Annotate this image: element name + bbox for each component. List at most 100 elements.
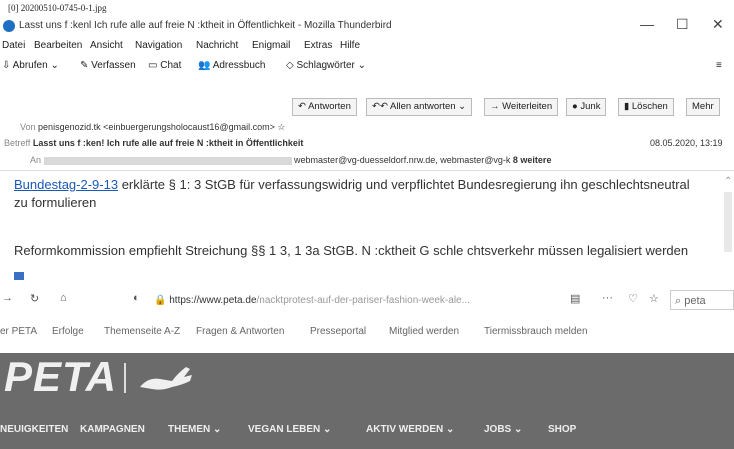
chevron-down-icon: ⌄ [357,60,367,71]
reply-all-button[interactable]: ↶↶ Allen antworten ⌄ [366,98,473,116]
chat-icon: ▭ [148,60,158,71]
peta-menu-aktiv[interactable]: AKTIV WERDEN ⌄ [366,424,454,435]
window-title: Lasst uns f :kenl Ich rufe alle auf frei… [19,20,392,31]
addressbook-button[interactable]: 👥 Adressbuch [198,60,266,71]
menu-item-hilfe[interactable]: Hilfe [340,40,360,51]
to-redacted [43,156,292,165]
peta-menu-vegan[interactable]: VEGAN LEBEN ⌄ [248,424,331,435]
url-path: /nacktprotest-auf-der-pariser-fashion-we… [256,295,470,306]
more-dots-icon[interactable]: ··· [602,292,613,304]
reader-icon[interactable]: ▤ [570,292,580,305]
tag-icon: ◇ [286,60,294,71]
to-more[interactable]: 8 weitere [513,155,552,165]
browser-search-input[interactable]: ⌕ peta [670,290,734,310]
minimize-button[interactable]: — [640,16,654,32]
reload-icon[interactable]: ↻ [30,292,39,305]
attachment-icon [14,272,24,280]
body-line-2: zu formulieren [14,195,97,210]
menu-item-datei[interactable]: Datei [2,40,25,51]
thunderbird-icon [3,20,15,32]
browser-toolbar: → ↻ ⌂ ◐ 🔒 https://www.peta.de/nacktprote… [0,289,734,313]
body-link[interactable]: Bundestag-2-9-13 [14,177,118,192]
chevron-down-icon: ⌄ [455,101,467,112]
contacts-icon: 👥 [198,60,211,71]
url-bar[interactable]: 🔒 https://www.peta.de/nacktprotest-auf-d… [154,292,554,309]
body-text-1: erklärte § 1: 3 StGB für verfassungswidr… [118,177,690,192]
peta-menu-kampagnen[interactable]: KAMPAGNEN [80,424,145,435]
peta-nav-erfolge[interactable]: Erfolge [52,326,84,337]
pencil-icon: ✎ [80,60,89,71]
app-menu-button[interactable]: ≡ [716,60,722,71]
delete-button[interactable]: ▮ Löschen [618,98,674,116]
menu-bar: Datei Bearbeiten Ansicht Navigation Nach… [0,37,734,55]
body-line-1: Bundestag-2-9-13 erklärte § 1: 3 StGB fü… [14,177,720,192]
menu-item-nachricht[interactable]: Nachricht [196,40,238,51]
forward-icon: → [490,101,503,112]
header-to: An webmaster@vg-duesseldorf.nrw.de, webm… [30,155,551,165]
image-filename: [0] 20200510-0745-0-1.jpg [8,3,107,13]
to-label: An [30,155,42,165]
reply-all-icon: ↶↶ [372,101,391,112]
peta-menu-jobs[interactable]: JOBS ⌄ [484,424,522,435]
forward-label: Weiterleiten [502,101,553,112]
peta-menu-shop[interactable]: SHOP [548,424,576,435]
reply-all-label: Allen antworten [390,101,456,112]
lock-icon: 🔒 [154,295,167,306]
logo-divider [124,363,126,393]
close-button[interactable]: ✕ [712,16,724,33]
menu-item-extras[interactable]: Extras [304,40,332,51]
menu-item-navigation[interactable]: Navigation [135,40,182,51]
message-action-bar: ↶ Antworten ↶↶ Allen antworten ⌄ → Weite… [0,98,734,116]
scroll-up-icon[interactable]: ⌃ [724,176,732,187]
reply-button[interactable]: ↶ Antworten [292,98,357,116]
subject-value: Lasst uns f :ken! Ich rufe alle auf frei… [32,138,304,148]
to-value[interactable]: webmaster@vg-duesseldorf.nrw.de, webmast… [294,155,510,165]
main-toolbar: ⇩ Abrufen ⌄ ✎ Verfassen ▭ Chat 👥 Adressb… [0,56,734,76]
peta-menu-neuigkeiten[interactable]: NEUIGKEITEN [0,424,68,435]
menu-item-bearbeiten[interactable]: Bearbeiten [34,40,82,51]
home-icon[interactable]: ⌂ [60,292,67,304]
bookmark-star-icon[interactable]: ☆ [649,292,659,305]
star-icon[interactable]: ☆ [277,122,285,132]
peta-logo[interactable]: PETA [4,353,117,401]
search-value: peta [684,295,706,307]
message-body: Bundestag-2-9-13 erklärte § 1: 3 StGB fü… [14,177,720,258]
peta-nav-presse[interactable]: Presseportal [310,326,366,337]
peta-nav-mitglied[interactable]: Mitglied werden [389,326,459,337]
peta-banner: PETA NEUIGKEITEN KAMPAGNEN THEMEN ⌄ VEGA… [0,353,734,449]
peta-nav-faq[interactable]: Fragen & Antworten [196,326,284,337]
rabbit-icon [140,367,192,390]
from-value[interactable]: penisgenozid.tk <einbuergerungsholocaust… [38,122,275,132]
more-button[interactable]: Mehr [686,98,720,116]
menu-item-ansicht[interactable]: Ansicht [90,40,123,51]
url-domain: https://www.peta.de [169,295,257,306]
chat-button[interactable]: ▭ Chat [148,60,181,71]
reply-icon: ↶ [298,101,309,112]
menu-item-enigmail[interactable]: Enigmail [252,40,290,51]
forward-button[interactable]: → Weiterleiten [484,98,559,116]
delete-label: Löschen [631,101,668,112]
forward-arrow-icon[interactable]: → [2,292,13,304]
get-mail-button[interactable]: ⇩ Abrufen ⌄ [2,60,59,71]
maximize-button[interactable]: ☐ [676,16,689,33]
tags-button[interactable]: ◇ Schlagwörter ⌄ [286,60,366,71]
compose-button[interactable]: ✎ Verfassen [80,60,136,71]
pocket-icon[interactable]: ♡ [628,292,638,305]
scrollbar-track[interactable] [724,192,732,252]
from-label: Von [20,122,36,132]
peta-menu-themen[interactable]: THEMEN ⌄ [168,424,221,435]
header-subject: Betreff Lasst uns f :ken! Ich rufe alle … [4,138,303,148]
peta-nav-about[interactable]: er PETA [0,326,37,337]
header-from: Von penisgenozid.tk <einbuergerungsholoc… [20,122,285,133]
junk-button[interactable]: ● Junk [566,98,607,116]
get-mail-label: Abrufen [12,60,48,71]
shield-icon: ◐ [133,292,140,304]
body-line-3: Reformkommission empfiehlt Streichung §§… [14,243,689,258]
window-titlebar: Lasst uns f :kenl Ich rufe alle auf frei… [0,16,734,36]
trash-icon: ▮ [624,101,632,112]
chevron-down-icon: ⌄ [50,60,59,71]
search-icon: ⌕ [675,295,685,307]
peta-nav-melden[interactable]: Tiermissbrauch melden [484,326,588,337]
peta-nav-themen[interactable]: Themenseite A-Z [104,326,180,337]
compose-label: Verfassen [91,60,136,71]
